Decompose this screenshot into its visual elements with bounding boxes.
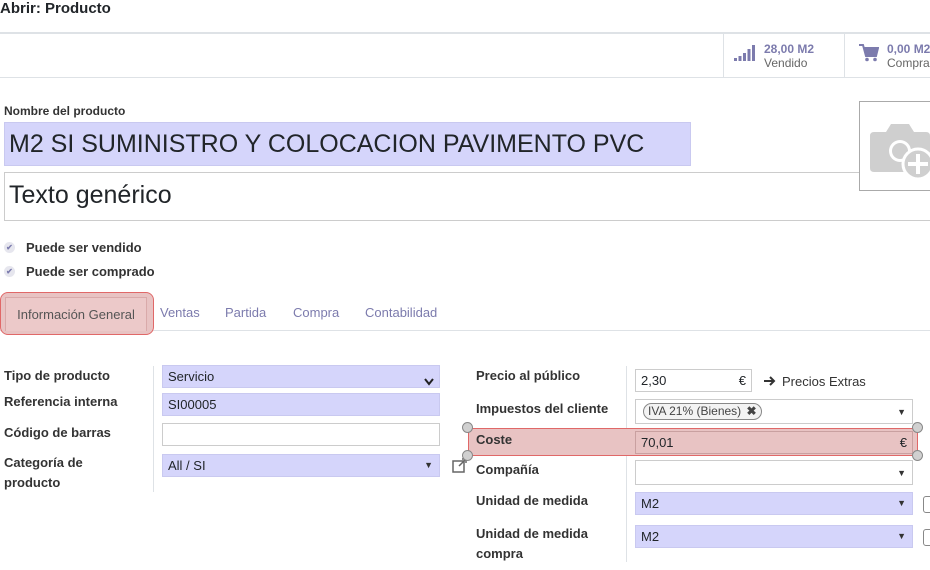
tab-purchase[interactable]: Compra — [293, 292, 339, 330]
public-price-input[interactable]: 2,30 € — [635, 369, 752, 392]
divider — [626, 366, 627, 562]
company-label: Compañía — [476, 462, 539, 477]
tab-partida[interactable]: Partida — [225, 292, 266, 330]
product-image-upload[interactable] — [859, 101, 930, 191]
window-title: Abrir: Producto — [0, 0, 111, 17]
public-price-label: Precio al público — [476, 368, 581, 383]
purchase-uom-label: Unidad de medida compra — [476, 526, 588, 561]
can-be-purchased-checkbox[interactable]: ✔ Puede ser comprado — [4, 264, 155, 279]
generic-text-input[interactable]: Texto genérico — [4, 172, 930, 221]
tab-sales[interactable]: Ventas — [160, 292, 200, 330]
barcode-input[interactable] — [162, 423, 440, 446]
resize-handle[interactable] — [462, 422, 473, 433]
sold-label: Vendido — [764, 55, 808, 70]
close-icon[interactable]: ✖ — [747, 404, 757, 418]
caret-down-icon: ▼ — [897, 498, 906, 508]
purchased-label: Compra — [887, 55, 930, 70]
product-type-select[interactable]: Servicio — [162, 365, 440, 388]
bar-chart-icon — [734, 45, 756, 66]
internal-ref-label: Referencia interna — [4, 394, 118, 409]
category-select[interactable]: All / SI ▼ — [162, 454, 440, 477]
can-be-sold-checkbox[interactable]: ✔ Puede ser vendido — [4, 240, 142, 255]
check-icon: ✔ — [4, 242, 15, 253]
category-label: Categoría de producto — [4, 455, 83, 490]
caret-down-icon: ▼ — [424, 460, 433, 470]
currency-symbol: € — [899, 435, 907, 450]
sold-stat-button[interactable]: 28,00 M2 Vendido — [723, 34, 844, 77]
caret-down-icon: ▼ — [897, 468, 906, 478]
purchase-uom-select[interactable]: M2 ▼ — [635, 525, 913, 548]
customer-taxes-label: Impuestos del cliente — [476, 401, 609, 416]
chevron-down-icon — [424, 371, 434, 392]
company-select[interactable]: ▼ — [635, 460, 913, 485]
check-icon: ✔ — [4, 266, 15, 277]
product-name-label: Nombre del producto — [4, 104, 126, 118]
tab-accounting[interactable]: Contabilidad — [365, 292, 437, 330]
purchased-value: 0,00 M2 — [887, 41, 930, 56]
customer-taxes-select[interactable]: IVA 21% (Bienes) ✖ ▼ — [635, 399, 913, 424]
resize-handle[interactable] — [912, 450, 923, 461]
resize-handle[interactable] — [912, 422, 923, 433]
product-type-label: Tipo de producto — [4, 368, 110, 383]
barcode-label: Código de barras — [4, 425, 111, 440]
internal-ref-input[interactable]: SI00005 — [162, 393, 440, 416]
cart-icon — [859, 44, 880, 67]
uom-label: Unidad de medida — [476, 493, 588, 508]
product-name-input[interactable]: M2 SI SUMINISTRO Y COLOCACION PAVIMENTO … — [4, 122, 691, 166]
can-be-purchased-label: Puede ser comprado — [26, 264, 155, 279]
purchase-uom-external-button[interactable] — [923, 529, 930, 546]
purchased-stat-button[interactable]: 0,00 M2 Compra — [844, 34, 930, 77]
divider — [153, 366, 154, 492]
currency-symbol: € — [738, 373, 746, 388]
arrow-right-icon — [764, 374, 776, 389]
tab-general-info[interactable]: Información General — [5, 297, 147, 331]
cost-input[interactable]: 70,01 € — [635, 431, 913, 454]
caret-down-icon: ▼ — [897, 407, 906, 417]
tax-tag[interactable]: IVA 21% (Bienes) ✖ — [643, 403, 762, 420]
cost-label: Coste — [476, 432, 513, 447]
uom-external-button[interactable] — [923, 496, 930, 513]
tab-general-info-highlight: Información General — [0, 292, 154, 335]
uom-select[interactable]: M2 ▼ — [635, 492, 913, 515]
resize-handle[interactable] — [462, 450, 473, 461]
sold-value: 28,00 M2 — [764, 41, 815, 56]
divider — [0, 77, 930, 78]
extra-prices-button[interactable]: Precios Extras — [764, 374, 866, 389]
camera-add-icon — [868, 118, 930, 187]
caret-down-icon: ▼ — [897, 531, 906, 541]
can-be-sold-label: Puede ser vendido — [26, 240, 142, 255]
